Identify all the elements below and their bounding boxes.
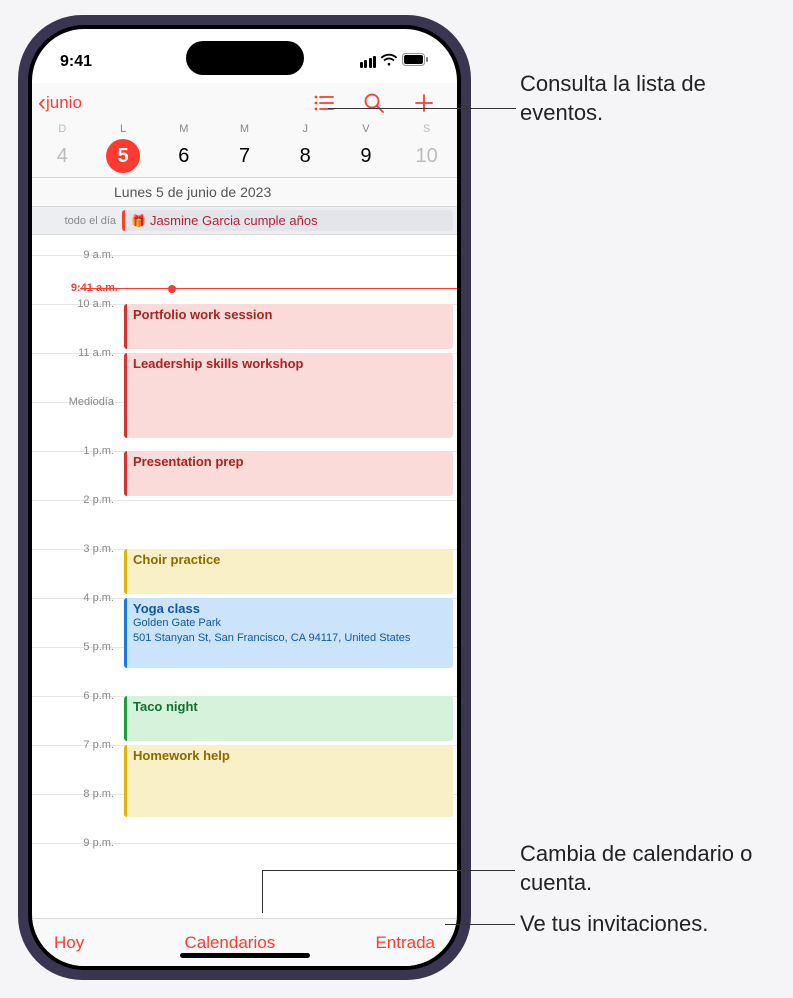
- week-day-number: 10: [410, 139, 444, 173]
- calendars-button[interactable]: Calendarios: [184, 933, 275, 953]
- hour-label: 3 p.m.: [32, 543, 120, 555]
- callout-inbox-line: [445, 924, 515, 925]
- phone-frame: 9:41 ‹ junio: [18, 15, 471, 980]
- callout-cal-line-v: [262, 870, 263, 913]
- week-day[interactable]: M7: [214, 123, 275, 173]
- hour-label: 4 p.m.: [32, 592, 120, 604]
- callout-inbox: Ve tus invitaciones.: [520, 910, 708, 939]
- list-icon[interactable]: [313, 92, 335, 114]
- all-day-event-title: Jasmine Garcia cumple años: [150, 213, 318, 228]
- status-time: 9:41: [60, 53, 92, 71]
- hour-label: Mediodía: [32, 396, 120, 408]
- calendar-event[interactable]: Portfolio work session: [124, 304, 453, 349]
- hour-label: 11 a.m.: [32, 347, 120, 359]
- battery-icon: [402, 53, 429, 71]
- status-right: [360, 53, 430, 72]
- event-title: Leadership skills workshop: [133, 356, 447, 371]
- week-day[interactable]: S 10: [396, 123, 457, 173]
- hour-label: 1 p.m.: [32, 445, 120, 457]
- today-button[interactable]: Hoy: [54, 933, 84, 953]
- week-day-abbr: J: [275, 123, 336, 135]
- all-day-label: todo el día: [32, 215, 122, 227]
- week-header: D4L5M6M7J8V9S10: [32, 123, 457, 178]
- cellular-icon: [360, 56, 377, 68]
- hour-label: 5 p.m.: [32, 641, 120, 653]
- week-day-abbr: D: [32, 123, 93, 135]
- calendar-event[interactable]: Leadership skills workshop: [124, 353, 453, 438]
- week-day-abbr: S: [396, 123, 457, 135]
- week-day[interactable]: V9: [336, 123, 397, 173]
- back-button[interactable]: ‹ junio: [38, 91, 82, 115]
- wifi-icon: [380, 53, 398, 72]
- inbox-button[interactable]: Entrada: [375, 933, 435, 953]
- week-day-abbr: L: [93, 123, 154, 135]
- now-indicator: [80, 288, 457, 289]
- week-day[interactable]: J8: [275, 123, 336, 173]
- calendar-event[interactable]: Yoga classGolden Gate Park501 Stanyan St…: [124, 598, 453, 668]
- week-day-number: 4: [45, 139, 79, 173]
- event-location: Golden Gate Park: [133, 617, 447, 631]
- hour-line: [32, 843, 457, 892]
- hour-label: 9 a.m.: [32, 249, 120, 261]
- home-indicator: [180, 953, 310, 958]
- week-day-abbr: M: [153, 123, 214, 135]
- back-label: junio: [46, 93, 82, 113]
- event-title: Choir practice: [133, 552, 447, 567]
- nav-bar: ‹ junio: [32, 83, 457, 123]
- all-day-event[interactable]: 🎁 Jasmine Garcia cumple años: [122, 210, 453, 231]
- calendar-event[interactable]: Choir practice: [124, 549, 453, 594]
- callout-cal-line-h: [262, 870, 515, 871]
- calendar-event[interactable]: Presentation prep: [124, 451, 453, 496]
- add-icon[interactable]: [413, 92, 435, 114]
- all-day-row: todo el día 🎁 Jasmine Garcia cumple años: [32, 207, 457, 235]
- week-day[interactable]: M6: [153, 123, 214, 173]
- week-day[interactable]: L5: [93, 123, 154, 173]
- nav-icons: [313, 92, 447, 114]
- callout-calendars: Cambia de calendario o cuenta.: [520, 840, 793, 897]
- hour-label: 7 p.m.: [32, 739, 120, 751]
- week-day-number: 8: [288, 139, 322, 173]
- calendar-event[interactable]: Homework help: [124, 745, 453, 817]
- hour-label: 8 p.m.: [32, 788, 120, 800]
- week-day-abbr: M: [214, 123, 275, 135]
- event-title: Yoga class: [133, 601, 447, 616]
- event-title: Presentation prep: [133, 454, 447, 469]
- hour-label: 6 p.m.: [32, 690, 120, 702]
- timeline[interactable]: 9 a.m. 10 a.m. 11 a.m. Mediodía 1 p.m. 2 p.m.…: [32, 235, 457, 918]
- week-day-number: 5: [106, 139, 140, 173]
- week-day[interactable]: D4: [32, 123, 93, 173]
- event-title: Portfolio work session: [133, 307, 447, 322]
- callout-list: Consulta la lista de eventos.: [520, 70, 793, 127]
- hour-label: 9 p.m.: [32, 837, 120, 849]
- week-day-abbr: V: [336, 123, 397, 135]
- event-title: Taco night: [133, 699, 447, 714]
- search-icon[interactable]: [363, 92, 385, 114]
- dynamic-island: [186, 41, 304, 75]
- bottom-bar: Hoy Calendarios Entrada: [32, 918, 457, 966]
- hour-label: 10 a.m.: [32, 298, 120, 310]
- phone-screen: 9:41 ‹ junio: [32, 29, 457, 966]
- callout-list-line: [328, 108, 516, 109]
- week-day-number: 9: [349, 139, 383, 173]
- event-title: Homework help: [133, 748, 447, 763]
- hour-label: 2 p.m.: [32, 494, 120, 506]
- date-title: Lunes 5 de junio de 2023: [32, 178, 457, 207]
- week-day-number: 6: [167, 139, 201, 173]
- calendar-event[interactable]: Taco night: [124, 696, 453, 741]
- phone-bezel: 9:41 ‹ junio: [28, 25, 461, 970]
- event-address: 501 Stanyan St, San Francisco, CA 94117,…: [133, 632, 447, 646]
- week-day-number: 7: [228, 139, 262, 173]
- hour-line: [32, 500, 457, 549]
- chevron-left-icon: ‹: [38, 91, 46, 115]
- hour-line: [32, 255, 457, 304]
- gift-icon: 🎁: [131, 214, 146, 228]
